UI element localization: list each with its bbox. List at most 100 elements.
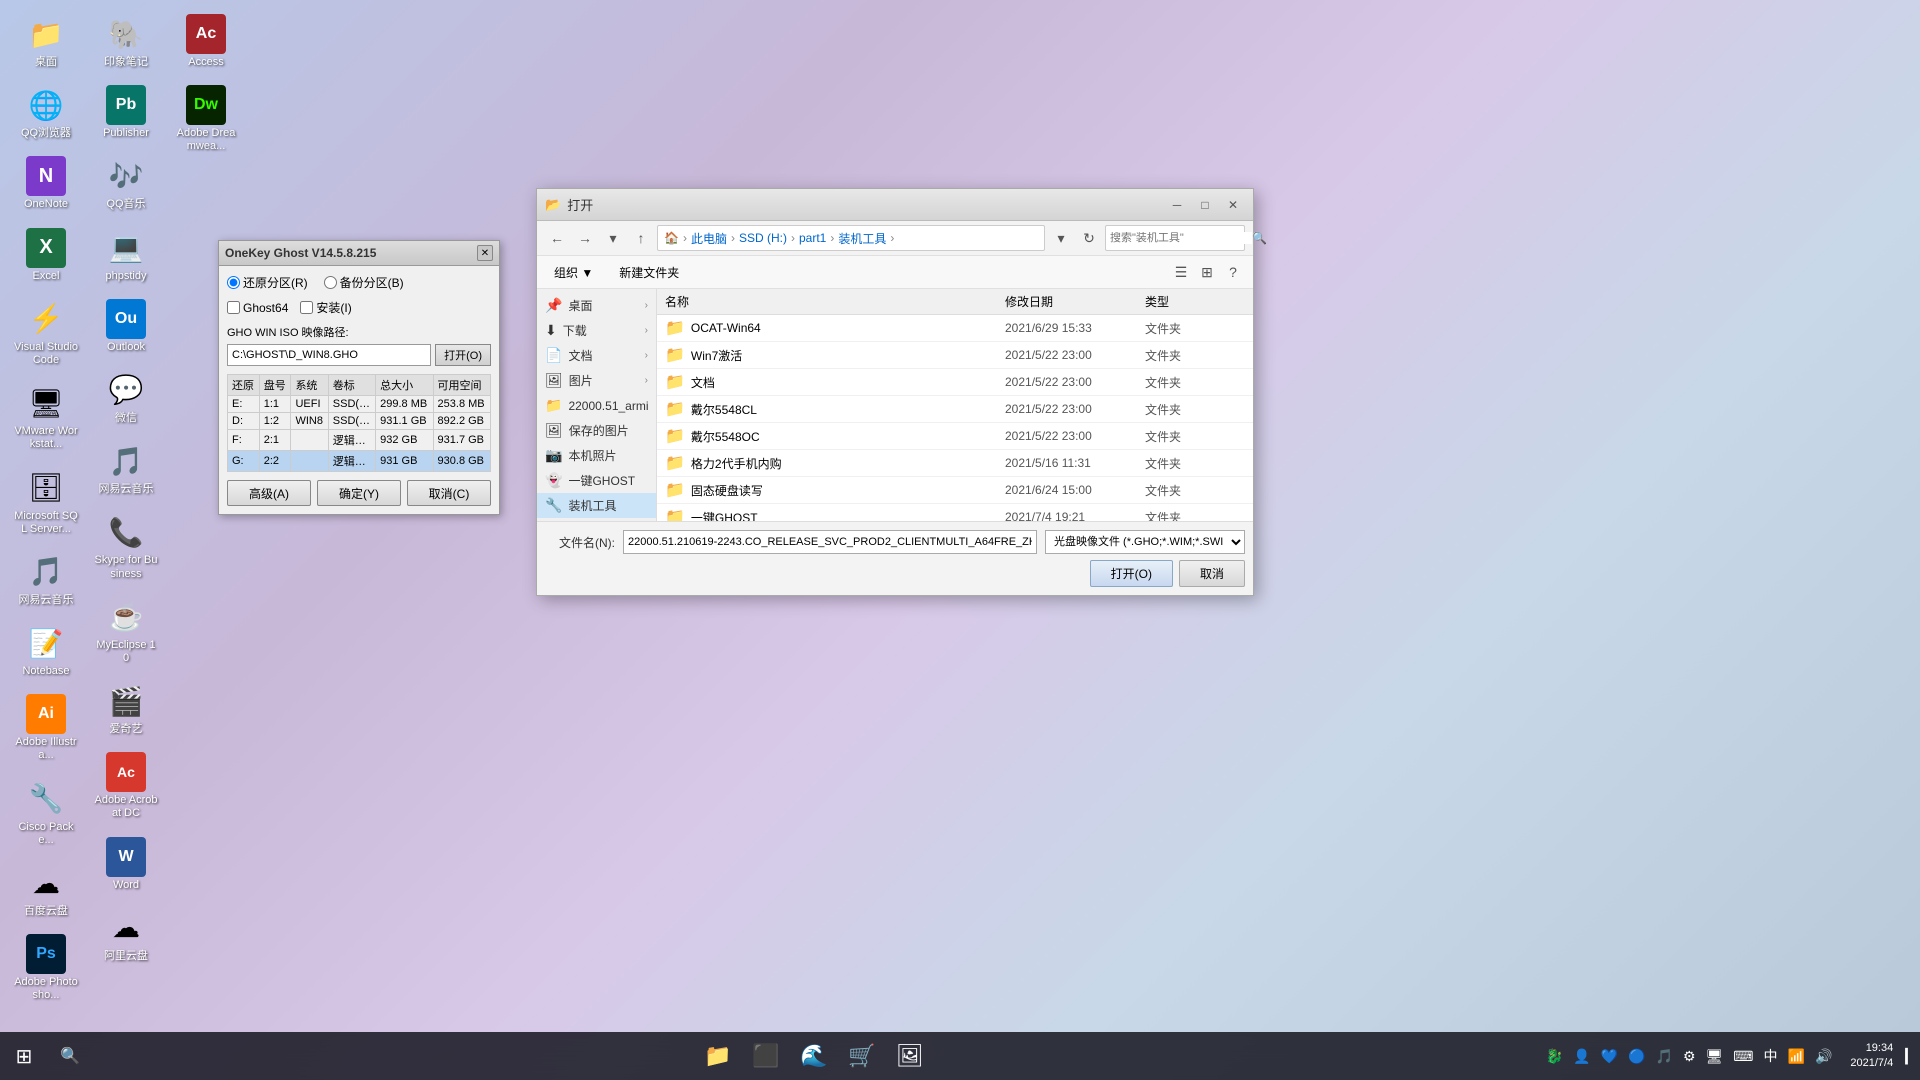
sidebar-item-tools[interactable]: 🔧 装机工具 — [537, 493, 656, 518]
taskbar-clock[interactable]: 19:34 2021/7/4 — [1842, 1041, 1901, 1072]
close-button[interactable]: ✕ — [1221, 195, 1245, 215]
volume-icon[interactable]: 🔊 — [1813, 1046, 1834, 1067]
desktop-icon-aliyun[interactable]: ☁ 阿里云盘 — [90, 904, 162, 967]
desktop-icon-qqmusic[interactable]: 🎶 QQ音乐 — [90, 152, 162, 215]
path-input[interactable] — [227, 344, 431, 366]
tray-icon-3[interactable]: 💙 — [1599, 1046, 1620, 1067]
tray-icon-5[interactable]: 🎵 — [1654, 1046, 1675, 1067]
file-row[interactable]: 📁 戴尔5548CL 2021/5/22 23:00 文件夹 — [657, 396, 1253, 423]
desktop-icon-myeclipse[interactable]: ☕ MyEclipse 10 — [90, 593, 162, 669]
desktop-icon-neteasemusic[interactable]: 🎵 网易云音乐 — [10, 548, 82, 611]
breadcrumb-tools[interactable]: 装机工具 — [838, 230, 886, 247]
col-type-header[interactable]: 类型 — [1145, 293, 1245, 310]
minimize-button[interactable]: ─ — [1165, 195, 1189, 215]
table-row[interactable]: D: 1:2 WIN8 SSD(… 931.1 GB 892.2 GB — [228, 413, 491, 430]
table-row[interactable]: E: 1:1 UEFI SSD(… 299.8 MB 253.8 MB — [228, 396, 491, 413]
breadcrumb-expand-button[interactable]: ▾ — [1049, 226, 1073, 250]
show-desktop-button[interactable]: ▎ — [1901, 1048, 1920, 1065]
desktop-icon-cisco[interactable]: 🔧 Cisco Packe... — [10, 775, 82, 851]
desktop-icon-illustrator[interactable]: Ai Adobe Illustra... — [10, 690, 82, 766]
desktop-icon-iqiyi[interactable]: 🎬 爱奇艺 — [90, 677, 162, 740]
restore-radio[interactable]: 还原分区(R) — [227, 274, 308, 291]
sidebar-item-22000[interactable]: 📁 22000.51_armi — [537, 393, 656, 418]
sidebar-item-ghost[interactable]: 👻 一键GHOST — [537, 468, 656, 493]
sidebar-item-documents[interactable]: 📄 文档 › — [537, 343, 656, 368]
tray-icon-7[interactable]: ⌨ — [1731, 1046, 1755, 1067]
breadcrumb-ssd[interactable]: SSD (H:) — [739, 231, 787, 245]
advanced-button[interactable]: 高级(A) — [227, 480, 311, 506]
sidebar-item-desktop[interactable]: 📌 桌面 › — [537, 293, 656, 318]
file-row[interactable]: 📁 OCAT-Win64 2021/6/29 15:33 文件夹 — [657, 315, 1253, 342]
confirm-button[interactable]: 确定(Y) — [317, 480, 401, 506]
tray-icon-monitor[interactable]: 🖥 — [1704, 1046, 1726, 1067]
tray-icon-6[interactable]: ⚙ — [1681, 1046, 1698, 1067]
breadcrumb-home[interactable]: 🏠 — [664, 231, 679, 245]
desktop-icon-folder[interactable]: 📁 桌面 — [10, 10, 82, 73]
taskbar-icon-task-view[interactable]: ⬛ — [744, 1034, 788, 1078]
sidebar-item-saved-pics[interactable]: 🖼 保存的图片 — [537, 418, 656, 443]
maximize-button[interactable]: □ — [1193, 195, 1217, 215]
list-view-button[interactable]: ☰ — [1169, 260, 1193, 284]
desktop-icon-baidu[interactable]: ☁ 百度云盘 — [10, 859, 82, 922]
table-row[interactable]: F: 2:1 逻辑… 932 GB 931.7 GB — [228, 430, 491, 451]
taskbar-icon-explorer[interactable]: 📁 — [696, 1034, 740, 1078]
cancel-button[interactable]: 取消(C) — [407, 480, 491, 506]
taskbar-icon-store[interactable]: 🛒 — [840, 1034, 884, 1078]
file-row[interactable]: 📁 文档 2021/5/22 23:00 文件夹 — [657, 369, 1253, 396]
search-box[interactable]: 🔍 — [1105, 225, 1245, 251]
desktop-icon-onenote[interactable]: N OneNote — [10, 152, 82, 215]
desktop-icon-photoshop[interactable]: Ps Adobe Photosho... — [10, 930, 82, 1006]
file-row[interactable]: 📁 一键GHOST 2021/7/4 19:21 文件夹 — [657, 504, 1253, 521]
file-row[interactable]: 📁 戴尔5548OC 2021/5/22 23:00 文件夹 — [657, 423, 1253, 450]
up-button[interactable]: ↑ — [629, 226, 653, 250]
language-indicator[interactable]: 中 — [1762, 1044, 1780, 1068]
desktop-icon-skype[interactable]: 📞 Skype for Business — [90, 508, 162, 584]
col-name-header[interactable]: 名称 — [665, 293, 1005, 310]
desktop-icon-dreamweaver[interactable]: Dw Adobe Dreamwea... — [170, 81, 242, 157]
taskbar-search-button[interactable]: 🔍 — [52, 1038, 88, 1074]
desktop-icon-yinxiang[interactable]: 🐘 印象笔记 — [90, 10, 162, 73]
file-row[interactable]: 📁 Win7激活 2021/5/22 23:00 文件夹 — [657, 342, 1253, 369]
desktop-icon-vscode[interactable]: ⚡ Visual Studio Code — [10, 295, 82, 371]
filetype-select[interactable]: 光盘映像文件 (*.GHO;*.WIM;*.SWI — [1045, 530, 1245, 554]
backup-radio[interactable]: 备份分区(B) — [324, 274, 404, 291]
desktop-icon-excel[interactable]: X Excel — [10, 224, 82, 287]
desktop-icon-phpstidy[interactable]: 💻 phpstidy — [90, 224, 162, 287]
desktop-icon-publisher[interactable]: Pb Publisher — [90, 81, 162, 144]
sidebar-item-camera[interactable]: 📷 本机照片 — [537, 443, 656, 468]
onekey-close-button[interactable]: ✕ — [477, 245, 493, 261]
cancel-button[interactable]: 取消 — [1179, 560, 1245, 587]
desktop-icon-qq-browser[interactable]: 🌐 QQ浏览器 — [10, 81, 82, 144]
start-button[interactable]: ⊞ — [0, 1032, 48, 1080]
tray-icon-1[interactable]: 🐉 — [1544, 1046, 1565, 1067]
search-icon[interactable]: 🔍 — [1252, 231, 1267, 245]
forward-button[interactable]: → — [573, 226, 597, 250]
desktop-icon-outlook[interactable]: Ou Outlook — [90, 295, 162, 358]
desktop-icon-word[interactable]: W Word — [90, 833, 162, 896]
desktop-icon-sql-server[interactable]: 🗄 Microsoft SQL Server... — [10, 464, 82, 540]
breadcrumb-part1[interactable]: part1 — [799, 231, 826, 245]
desktop-icon-acrobat[interactable]: Ac Adobe Acrobat DC — [90, 748, 162, 824]
help-button[interactable]: ? — [1221, 260, 1245, 284]
breadcrumb[interactable]: 🏠 › 此电脑 › SSD (H:) › part1 › 装机工具 › — [657, 225, 1045, 251]
grid-view-button[interactable]: ⊞ — [1195, 260, 1219, 284]
desktop-icon-wechat[interactable]: 💬 微信 — [90, 366, 162, 429]
open-path-button[interactable]: 打开(O) — [435, 344, 491, 366]
tray-icon-2[interactable]: 👤 — [1571, 1046, 1592, 1067]
file-row[interactable]: 📁 格力2代手机内购 2021/5/16 11:31 文件夹 — [657, 450, 1253, 477]
tray-icon-4[interactable]: 🔵 — [1626, 1046, 1647, 1067]
file-row[interactable]: 📁 固态硬盘读写 2021/6/24 15:00 文件夹 — [657, 477, 1253, 504]
wifi-icon[interactable]: 📶 — [1786, 1046, 1807, 1067]
new-folder-button[interactable]: 新建文件夹 — [606, 261, 692, 284]
desktop-icon-notepad[interactable]: 📝 Notebase — [10, 619, 82, 682]
table-row[interactable]: G: 2:2 逻辑… 931 GB 930.8 GB — [228, 451, 491, 472]
desktop-icon-access[interactable]: Ac Access — [170, 10, 242, 73]
filename-input[interactable] — [623, 530, 1037, 554]
dropdown-button[interactable]: ▾ — [601, 226, 625, 250]
breadcrumb-pc[interactable]: 此电脑 — [691, 230, 727, 247]
sidebar-item-downloads[interactable]: ⬇ 下载 › — [537, 318, 656, 343]
taskbar-icon-edge[interactable]: 🌊 — [792, 1034, 836, 1078]
search-input[interactable] — [1110, 232, 1252, 244]
organize-button[interactable]: 组织 ▼ — [545, 261, 602, 284]
desktop-icon-netease2[interactable]: 🎵 网易云音乐 — [90, 437, 162, 500]
